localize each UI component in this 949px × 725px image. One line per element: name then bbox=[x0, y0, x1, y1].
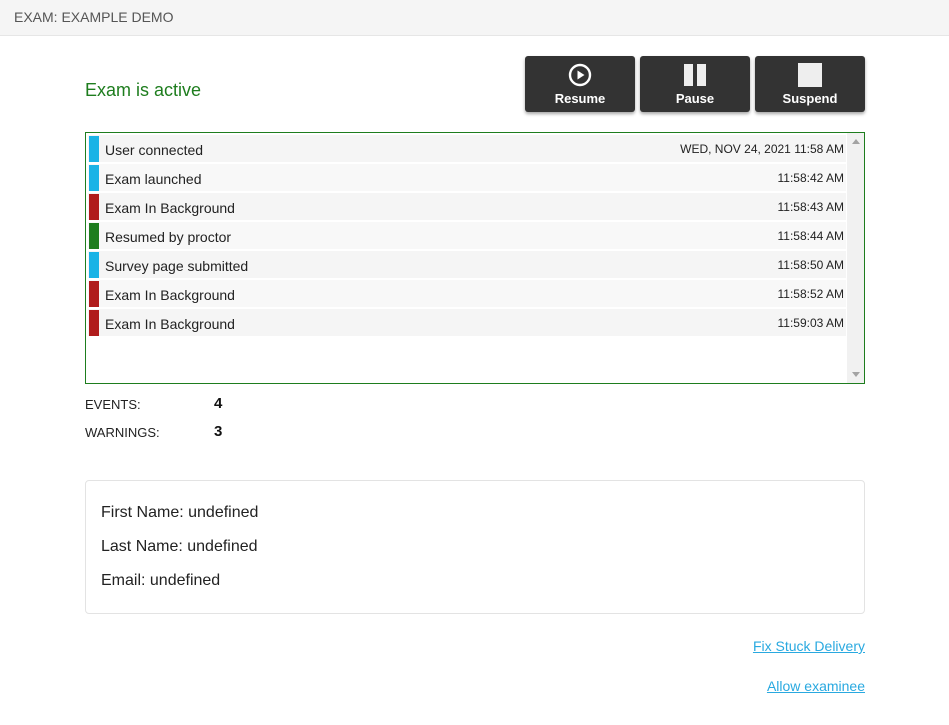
exam-status: Exam is active bbox=[85, 80, 202, 100]
log-entry-severity-bar bbox=[89, 281, 99, 307]
last-name-field: Last Name: undefined bbox=[101, 538, 258, 555]
log-entry-severity-bar bbox=[89, 223, 99, 249]
event-log[interactable]: User connected WED, NOV 24, 2021 11:58 AM… bbox=[85, 132, 865, 384]
pause-label: Pause bbox=[675, 91, 715, 106]
first-name-field: First Name: undefined bbox=[101, 504, 259, 521]
log-entry: User connected WED, NOV 24, 2021 11:58 AM bbox=[88, 135, 846, 162]
exam-title: EXAM: EXAMPLE DEMO bbox=[14, 9, 174, 25]
resume-label: Resume bbox=[554, 91, 606, 106]
log-entry-event: Survey page submitted bbox=[105, 258, 249, 274]
suspend-button[interactable]: Suspend bbox=[755, 56, 865, 112]
log-entry: Exam launched 11:58:42 AM bbox=[88, 164, 846, 191]
log-entry-severity-bar bbox=[89, 310, 99, 336]
log-entry-severity-bar bbox=[89, 252, 99, 278]
log-entry-event: User connected bbox=[105, 142, 204, 158]
scroll-up-arrow-icon[interactable] bbox=[852, 139, 860, 144]
log-entry-event: Exam In Background bbox=[105, 287, 235, 303]
log-entry-time: 11:58:44 AM bbox=[777, 229, 845, 243]
suspend-label: Suspend bbox=[782, 91, 838, 106]
log-entry-event: Exam In Background bbox=[105, 200, 235, 216]
warnings-count: 3 bbox=[214, 423, 223, 440]
log-entry-event: Exam launched bbox=[105, 171, 202, 187]
candidate-info-card: First Name: undefined Last Name: undefin… bbox=[85, 480, 865, 614]
event-log-scrollbar[interactable] bbox=[847, 133, 864, 383]
log-entry-time: 11:59:03 AM bbox=[777, 316, 845, 330]
email-field: Email: undefined bbox=[101, 572, 221, 589]
title-bar: EXAM: EXAMPLE DEMO bbox=[0, 0, 949, 36]
log-entry-time: 11:58:50 AM bbox=[777, 258, 845, 272]
log-entry: Exam In Background 11:58:52 AM bbox=[88, 280, 846, 307]
scroll-down-arrow-icon[interactable] bbox=[852, 372, 860, 377]
event-log-list: User connected WED, NOV 24, 2021 11:58 AM… bbox=[88, 135, 846, 338]
events-count: 4 bbox=[214, 395, 223, 412]
stop-icon bbox=[798, 63, 822, 87]
events-label: EVENTS: bbox=[85, 397, 141, 412]
log-entry-time: WED, NOV 24, 2021 11:58 AM bbox=[680, 142, 844, 156]
log-entry-event: Exam In Background bbox=[105, 316, 235, 332]
pause-button[interactable]: Pause bbox=[640, 56, 750, 112]
warnings-label: WARNINGS: bbox=[85, 425, 160, 440]
log-entry: Resumed by proctor 11:58:44 AM bbox=[88, 222, 846, 249]
play-circle-icon bbox=[568, 63, 592, 87]
log-entry-severity-bar bbox=[89, 165, 99, 191]
allow-examinee-link[interactable]: Allow examinee bbox=[767, 678, 865, 694]
resume-button[interactable]: Resume bbox=[525, 56, 635, 112]
log-entry-time: 11:58:52 AM bbox=[777, 287, 845, 301]
log-entry: Exam In Background 11:58:43 AM bbox=[88, 193, 846, 220]
log-entry-time: 11:58:42 AM bbox=[777, 171, 845, 185]
log-entry-severity-bar bbox=[89, 194, 99, 220]
log-entry-event: Resumed by proctor bbox=[105, 229, 232, 245]
pause-icon bbox=[683, 63, 707, 87]
log-entry: Survey page submitted 11:58:50 AM bbox=[88, 251, 846, 278]
log-entry-severity-bar bbox=[89, 136, 99, 162]
log-entry-time: 11:58:43 AM bbox=[777, 200, 845, 214]
fix-stuck-delivery-link[interactable]: Fix Stuck Delivery bbox=[753, 638, 865, 654]
log-entry: Exam In Background 11:59:03 AM bbox=[88, 309, 846, 336]
